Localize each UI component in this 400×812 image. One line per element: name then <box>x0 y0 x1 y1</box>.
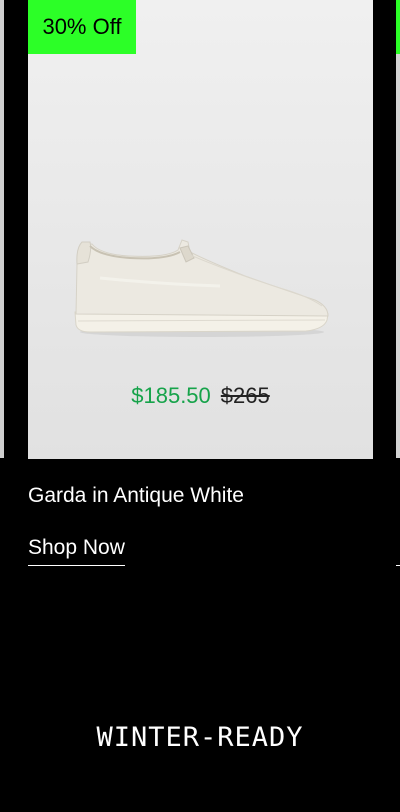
next-product-discount-badge-edge <box>396 0 400 54</box>
original-price: $265 <box>220 383 270 408</box>
product-card[interactable]: 30% Off $185.50 $265 <box>28 0 373 459</box>
shop-now-link[interactable]: Shop Now <box>28 533 125 566</box>
price-row: $185.50 $265 <box>28 381 373 411</box>
discount-badge: 30% Off <box>28 0 136 54</box>
next-product-shop-link-edge[interactable] <box>396 538 400 566</box>
section-heading: WINTER-READY <box>96 722 304 753</box>
product-name[interactable]: Garda in Antique White <box>28 481 244 511</box>
previous-product-card-edge[interactable] <box>0 0 4 458</box>
sale-price: $185.50 <box>131 383 211 408</box>
slip-on-sneaker-image[interactable] <box>70 228 332 340</box>
next-product-card-edge[interactable] <box>396 0 400 458</box>
